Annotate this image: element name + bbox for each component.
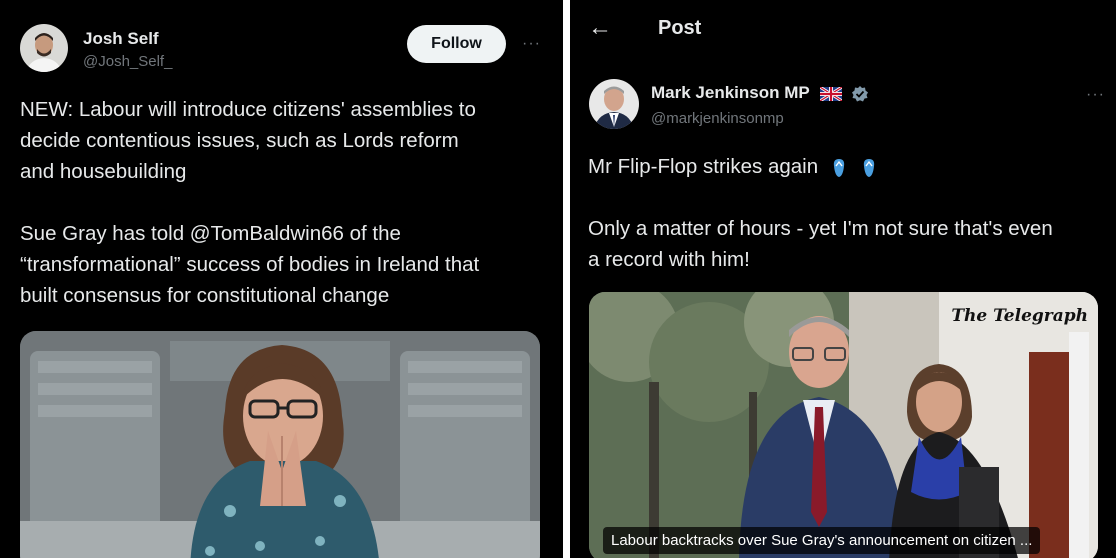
tweet-line: Sue Gray has told @TomBaldwin66 of the (20, 222, 401, 245)
more-icon[interactable]: ··· (522, 35, 541, 53)
tweet-text: NEW: Labour will introduce citizens' ass… (20, 94, 479, 311)
flip-flop-icon (833, 158, 844, 177)
avatar[interactable] (20, 24, 68, 72)
tweet-text: Mr Flip-Flop strikes again Only a matter… (588, 151, 1053, 275)
masthead-logo: The Telegraph (951, 306, 1088, 326)
flip-flop-icon (863, 158, 874, 177)
tweet-line: Only a matter of hours - yet I'm not sur… (588, 217, 1053, 240)
link-card-caption[interactable]: Labour backtracks over Sue Gray's announ… (603, 527, 1041, 554)
tweet-line: built consensus for constitutional chang… (20, 284, 390, 307)
divider (563, 0, 570, 558)
author-name[interactable]: Mark Jenkinson MP (651, 83, 809, 102)
avatar[interactable] (589, 79, 639, 129)
author-handle[interactable]: @markjenkinsonmp (651, 110, 784, 127)
uk-flag-icon (820, 86, 843, 101)
page-title: Post (658, 17, 702, 39)
tweet-line: “transformational” success of bodies in … (20, 253, 480, 276)
back-arrow-icon[interactable]: ← (588, 14, 612, 42)
tweet-line: NEW: Labour will introduce citizens' ass… (20, 98, 476, 121)
right-post: ← Post Mark Jenkinson MP @markjenkinsonm… (570, 0, 1116, 558)
verified-badge-icon (851, 85, 868, 102)
author-name[interactable]: Josh Self (83, 29, 159, 49)
tweet-line: Mr Flip-Flop strikes again (588, 151, 1053, 182)
left-tweet: Josh Self @Josh_Self_ Follow ··· NEW: La… (0, 0, 563, 558)
tweet-line: a record with him! (588, 248, 750, 271)
tweet-line-text: Mr Flip-Flop strikes again (588, 155, 819, 178)
follow-button[interactable]: Follow (407, 25, 506, 63)
author-name-row[interactable]: Mark Jenkinson MP (651, 83, 869, 103)
more-icon[interactable]: ··· (1086, 86, 1105, 104)
link-card-image[interactable]: The Telegraph Labour backtracks over Sue… (589, 292, 1098, 558)
tweet-photo[interactable] (20, 331, 540, 558)
author-handle[interactable]: @Josh_Self_ (83, 53, 172, 70)
tweet-line: decide contentious issues, such as Lords… (20, 129, 459, 152)
tweet-line: and housebuilding (20, 160, 187, 183)
